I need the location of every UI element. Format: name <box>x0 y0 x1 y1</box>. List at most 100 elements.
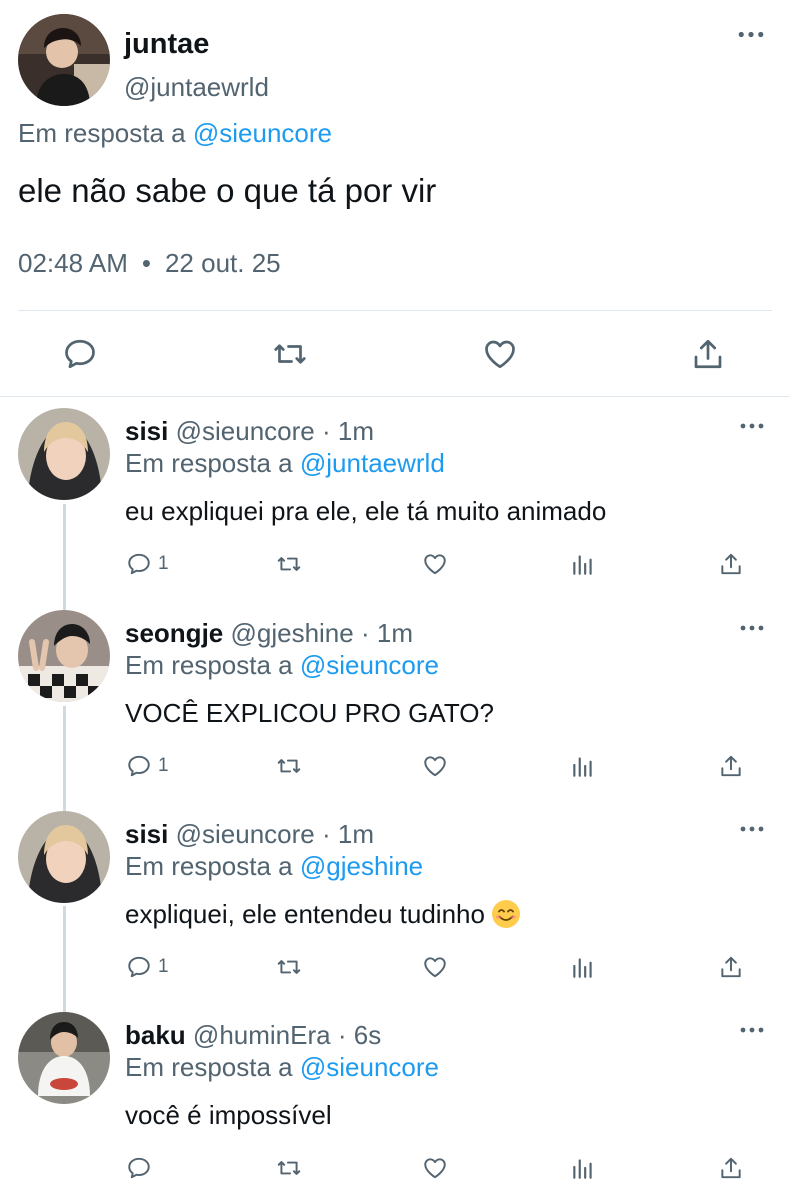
tweet-time[interactable]: 02:48 AM <box>18 248 128 278</box>
reply-text: eu expliquei pra ele, ele tá muito anima… <box>125 496 607 526</box>
like-icon <box>422 1155 448 1181</box>
like-icon <box>422 954 448 980</box>
reply-text-line: expliquei, ele entendeu tudinho <box>125 899 521 930</box>
reply-header: baku @huminEra · 6s <box>125 1020 381 1051</box>
retweet-icon[interactable] <box>272 336 308 372</box>
reply-text: VOCÊ EXPLICOU PRO GATO? <box>125 698 494 728</box>
retweet-icon <box>276 551 302 577</box>
reply-tweet[interactable]: sisi @sieuncore · 1m Em resposta a @gjes… <box>0 799 790 999</box>
like-icon[interactable] <box>482 336 518 372</box>
avatar-juntae[interactable] <box>18 14 110 106</box>
reply-author-handle[interactable]: @gjeshine <box>230 618 353 648</box>
retweet-button[interactable] <box>276 953 302 981</box>
reply-time[interactable]: 1m <box>377 618 413 648</box>
time-separator: · <box>321 819 331 849</box>
avatar-baku[interactable] <box>18 1012 110 1104</box>
retweet-button[interactable] <box>276 1154 302 1182</box>
reply-author-name[interactable]: baku <box>125 1020 186 1050</box>
more-icon[interactable] <box>740 1026 764 1034</box>
reply-header: seongje @gjeshine · 1m <box>125 618 413 649</box>
analytics-button[interactable] <box>570 1154 596 1182</box>
reply-context: Em resposta a @sieuncore <box>18 118 332 149</box>
like-icon <box>422 753 448 779</box>
divider <box>18 310 772 311</box>
share-icon <box>718 551 744 577</box>
reply-context: Em resposta a @juntaewrld <box>125 448 445 479</box>
reply-header: sisi @sieuncore · 1m <box>125 416 374 447</box>
share-button[interactable] <box>718 1154 744 1182</box>
analytics-button[interactable] <box>570 752 596 780</box>
reply-time[interactable]: 6s <box>354 1020 381 1050</box>
tweet-date[interactable]: 22 out. 25 <box>165 248 281 278</box>
reply-count: 1 <box>158 553 169 574</box>
smiling-face-emoji <box>491 900 520 928</box>
author-name[interactable]: juntae <box>124 28 209 61</box>
analytics-icon <box>570 551 596 577</box>
reply-button[interactable]: 1 <box>126 752 169 780</box>
avatar-sisi[interactable] <box>18 408 110 500</box>
time-separator: · <box>337 1020 347 1050</box>
reply-author-name[interactable]: sisi <box>125 819 168 849</box>
reply-prefix: Em resposta a <box>125 851 293 881</box>
share-button[interactable] <box>718 752 744 780</box>
reply-icon <box>126 1155 152 1181</box>
share-button[interactable] <box>718 953 744 981</box>
more-icon[interactable] <box>740 825 764 833</box>
reply-mention-link[interactable]: @juntaewrld <box>300 448 445 478</box>
share-button[interactable] <box>718 550 744 578</box>
analytics-icon <box>570 753 596 779</box>
retweet-button[interactable] <box>276 752 302 780</box>
analytics-icon <box>570 1155 596 1181</box>
reply-icon <box>126 954 152 980</box>
reply-button[interactable]: 1 <box>126 953 169 981</box>
retweet-icon <box>276 1155 302 1181</box>
avatar-sisi[interactable] <box>18 811 110 903</box>
reply-author-handle[interactable]: @huminEra <box>193 1020 331 1050</box>
reply-author-handle[interactable]: @sieuncore <box>176 819 315 849</box>
reply-tweet[interactable]: seongje @gjeshine · 1m Em resposta a @si… <box>0 598 790 798</box>
reply-author-name[interactable]: sisi <box>125 416 168 446</box>
retweet-icon <box>276 753 302 779</box>
reply-time[interactable]: 1m <box>338 819 374 849</box>
like-icon <box>422 551 448 577</box>
like-button[interactable] <box>422 1154 448 1182</box>
reply-icon <box>126 551 152 577</box>
time-separator: · <box>321 416 331 446</box>
reply-mention-link[interactable]: @sieuncore <box>300 650 439 680</box>
like-button[interactable] <box>422 550 448 578</box>
reply-context: Em resposta a @sieuncore <box>125 1052 439 1083</box>
reply-time[interactable]: 1m <box>338 416 374 446</box>
reply-context: Em resposta a @sieuncore <box>125 650 439 681</box>
reply-text: você é impossível <box>125 1100 332 1130</box>
more-icon[interactable] <box>740 624 764 632</box>
reply-text: expliquei, ele entendeu tudinho <box>125 899 485 929</box>
main-tweet: juntae @juntaewrld Em resposta a @sieunc… <box>0 0 790 396</box>
reply-mention-link[interactable]: @sieuncore <box>193 118 332 148</box>
reply-button[interactable] <box>126 1154 158 1182</box>
tweet-meta: 02:48 AM • 22 out. 25 <box>18 248 281 279</box>
share-icon[interactable] <box>690 336 726 372</box>
share-icon <box>718 753 744 779</box>
analytics-button[interactable] <box>570 550 596 578</box>
reply-tweet[interactable]: baku @huminEra · 6s Em resposta a @sieun… <box>0 1000 790 1199</box>
reply-prefix: Em resposta a <box>125 650 293 680</box>
reply-icon <box>126 753 152 779</box>
share-icon <box>718 1155 744 1181</box>
reply-mention-link[interactable]: @sieuncore <box>300 1052 439 1082</box>
reply-button[interactable]: 1 <box>126 550 169 578</box>
reply-tweet[interactable]: sisi @sieuncore · 1m Em resposta a @junt… <box>0 396 790 596</box>
more-icon[interactable] <box>740 422 764 430</box>
author-handle[interactable]: @juntaewrld <box>124 72 269 103</box>
avatar-seongje[interactable] <box>18 610 110 702</box>
reply-header: sisi @sieuncore · 1m <box>125 819 374 850</box>
more-icon[interactable] <box>738 30 764 39</box>
reply-icon[interactable] <box>62 336 98 372</box>
retweet-button[interactable] <box>276 550 302 578</box>
reply-author-handle[interactable]: @sieuncore <box>176 416 315 446</box>
like-button[interactable] <box>422 953 448 981</box>
reply-author-name[interactable]: seongje <box>125 618 223 648</box>
analytics-button[interactable] <box>570 953 596 981</box>
retweet-icon <box>276 954 302 980</box>
like-button[interactable] <box>422 752 448 780</box>
reply-mention-link[interactable]: @gjeshine <box>300 851 423 881</box>
